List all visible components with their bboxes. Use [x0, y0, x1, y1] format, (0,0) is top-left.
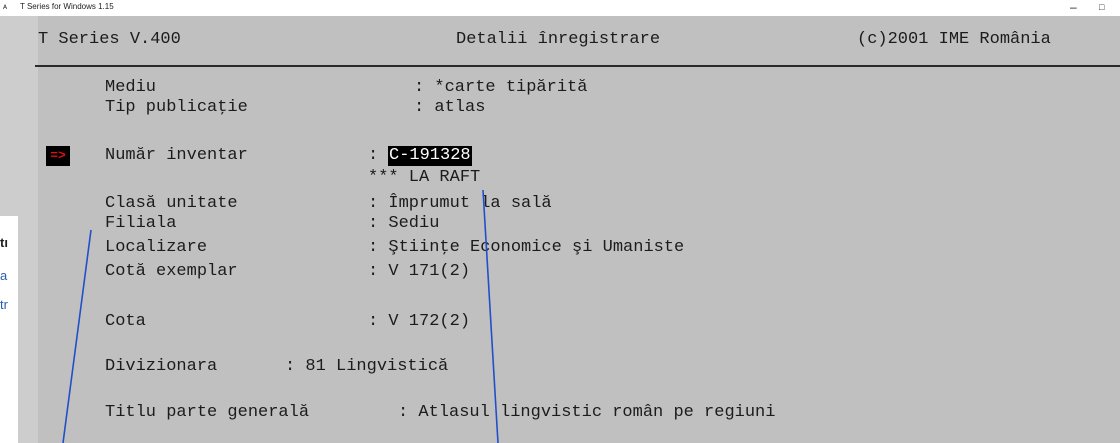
annotation-lines [62, 189, 499, 443]
annotation-line-left [62, 229, 92, 443]
annotation-line-right [482, 189, 499, 443]
